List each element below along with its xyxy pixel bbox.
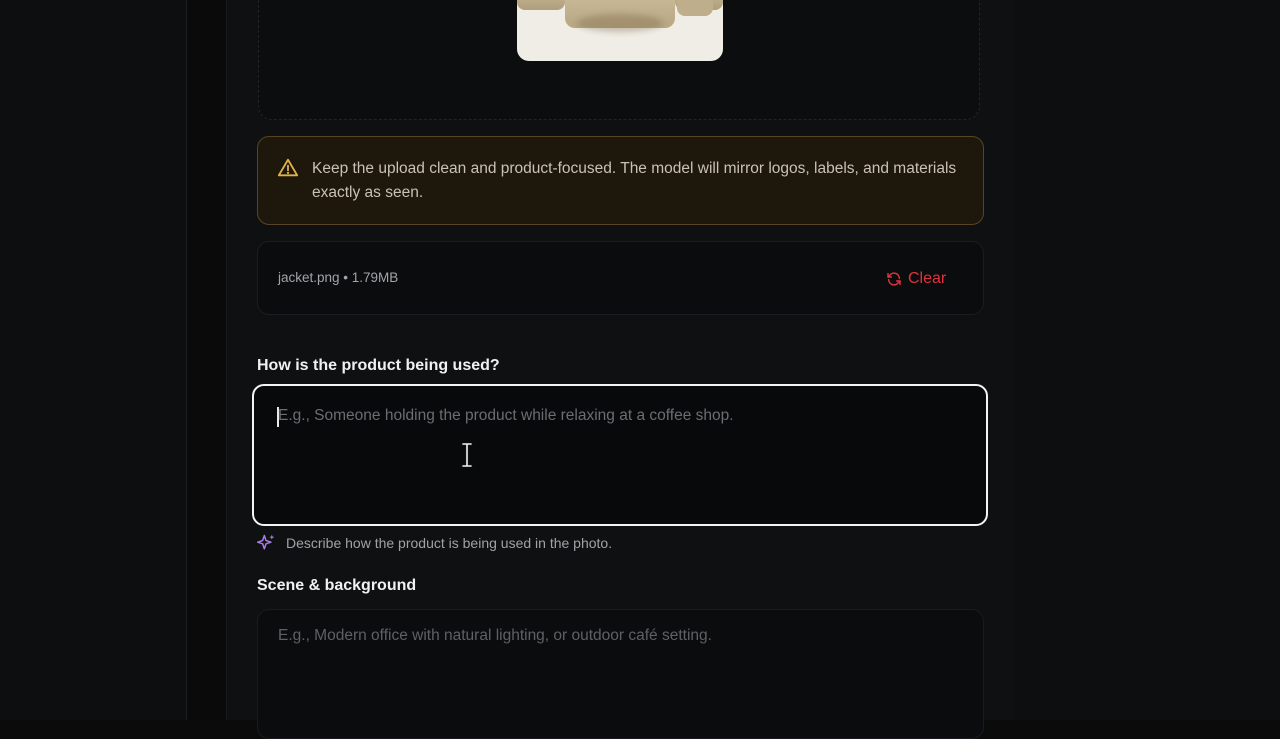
usage-textarea[interactable]: E.g., Someone holding the product while … <box>252 384 988 526</box>
jacket-shadow <box>577 14 663 32</box>
sparkle-icon <box>256 534 275 550</box>
right-sidebar-area <box>1014 0 1280 720</box>
clear-label: Clear <box>908 270 947 287</box>
usage-hint-text: Describe how the product is being used i… <box>286 535 613 551</box>
upload-warning-banner: Keep the upload clean and product-focuse… <box>257 136 984 225</box>
clear-button[interactable]: Clear <box>886 267 946 291</box>
jacket-sleeve-left <box>517 0 565 10</box>
refresh-icon <box>887 272 901 286</box>
app-background: Keep the upload clean and product-focuse… <box>0 0 1280 739</box>
left-sidebar-area <box>0 0 186 720</box>
jacket-cuff <box>677 0 713 16</box>
warning-triangle-icon <box>277 158 299 177</box>
usage-label: How is the product being used? <box>257 357 500 374</box>
scene-label: Scene & background <box>257 577 417 594</box>
scene-placeholder: E.g., Modern office with natural lightin… <box>278 627 712 644</box>
usage-placeholder: E.g., Someone holding the product while … <box>278 407 734 424</box>
text-caret <box>277 407 279 427</box>
file-name-size: jacket.png • 1.79MB <box>278 270 399 285</box>
uploaded-image-preview <box>517 0 723 61</box>
text-cursor-icon <box>461 443 473 467</box>
warning-text: Keep the upload clean and product-focuse… <box>312 160 957 201</box>
uploaded-file-row: jacket.png • 1.79MB Clear <box>257 241 984 315</box>
usage-hint: Describe how the product is being used i… <box>256 533 612 553</box>
divider <box>186 0 187 720</box>
